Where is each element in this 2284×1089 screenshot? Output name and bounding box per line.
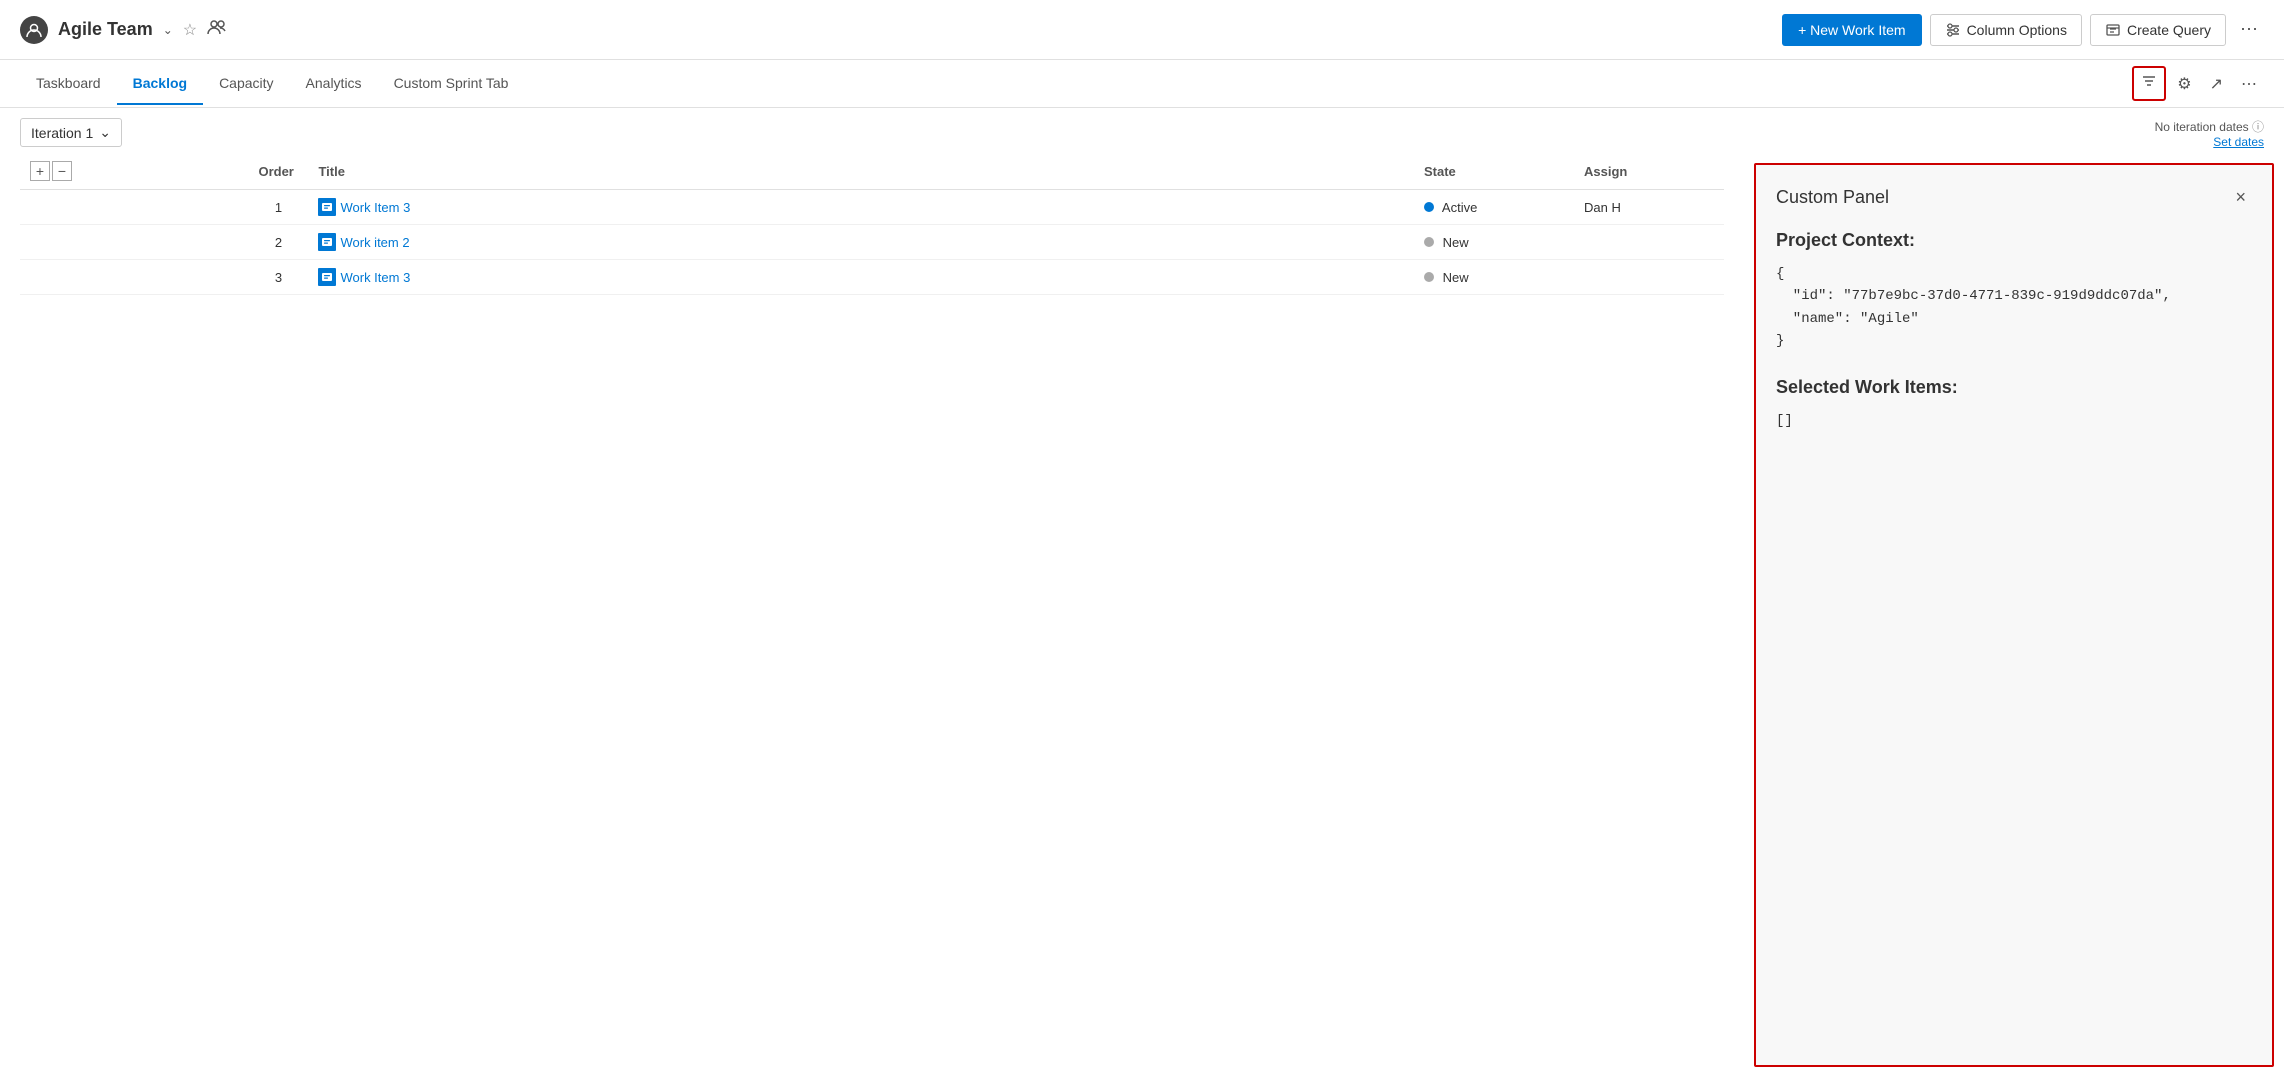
table-row: 2 Work item 2 New bbox=[20, 225, 1724, 260]
row-title: Work item 2 bbox=[340, 235, 409, 250]
row-checkbox-cell bbox=[20, 190, 248, 225]
state-dot bbox=[1424, 202, 1434, 212]
row-checkbox-cell bbox=[20, 225, 248, 260]
tab-analytics[interactable]: Analytics bbox=[290, 63, 378, 105]
tab-taskboard[interactable]: Taskboard bbox=[20, 63, 117, 105]
no-iteration-dates: No iteration dates ⓘ bbox=[2155, 118, 2264, 135]
header-right: + New Work Item Column Options Create Qu… bbox=[1782, 13, 2264, 46]
row-title-cell[interactable]: Work Item 3 bbox=[308, 260, 1414, 295]
row-order: 3 bbox=[248, 260, 308, 295]
state-label: Active bbox=[1442, 200, 1477, 215]
settings-button[interactable]: ⚙ bbox=[2170, 69, 2198, 99]
state-dot bbox=[1424, 272, 1434, 282]
selected-work-items-label: Selected Work Items: bbox=[1776, 377, 2252, 398]
tabs-more-button[interactable]: ⋯ bbox=[2234, 69, 2264, 99]
add-row-button[interactable]: + bbox=[30, 161, 50, 181]
col-header-title: Title bbox=[308, 153, 1414, 190]
tab-custom-sprint[interactable]: Custom Sprint Tab bbox=[378, 63, 525, 105]
info-icon: ⓘ bbox=[2252, 120, 2264, 134]
main-content: + − Order Title State Assign 1 bbox=[0, 153, 2284, 1077]
add-remove-buttons: + − bbox=[30, 161, 238, 181]
new-work-item-button[interactable]: + New Work Item bbox=[1782, 14, 1922, 46]
state-label: New bbox=[1443, 235, 1469, 250]
col-header-state: State bbox=[1414, 153, 1574, 190]
state-label: New bbox=[1443, 270, 1469, 285]
header-more-button[interactable]: ⋯ bbox=[2234, 13, 2264, 46]
state-dot bbox=[1424, 237, 1434, 247]
row-assignee bbox=[1574, 260, 1724, 295]
custom-panel: Custom Panel × Project Context: { "id": … bbox=[1754, 163, 2274, 1067]
column-options-label: Column Options bbox=[1967, 22, 2067, 38]
work-item-icon bbox=[318, 233, 336, 251]
project-context-json: { "id": "77b7e9bc-37d0-4771-839c-919d9dd… bbox=[1776, 263, 2252, 353]
col-header-assign: Assign bbox=[1574, 153, 1724, 190]
create-query-button[interactable]: Create Query bbox=[2090, 14, 2226, 46]
row-state: New bbox=[1414, 225, 1574, 260]
table-row: 1 Work Item 3 Active Dan H bbox=[20, 190, 1724, 225]
panel-header: Custom Panel × bbox=[1776, 185, 2252, 210]
filter-button[interactable] bbox=[2132, 66, 2166, 101]
tabs-bar: Taskboard Backlog Capacity Analytics Cus… bbox=[0, 60, 2284, 108]
header: Agile Team ⌄ ☆ + New Work Item Column Op… bbox=[0, 0, 2284, 60]
favorite-icon[interactable]: ☆ bbox=[183, 20, 197, 40]
iteration-info: No iteration dates ⓘ Set dates bbox=[2155, 118, 2264, 149]
remove-row-button[interactable]: − bbox=[52, 161, 72, 181]
work-item-icon bbox=[318, 198, 336, 216]
set-dates-link[interactable]: Set dates bbox=[2155, 135, 2264, 149]
tab-capacity[interactable]: Capacity bbox=[203, 63, 289, 105]
panel-title: Custom Panel bbox=[1776, 187, 1889, 208]
iteration-label: Iteration 1 bbox=[31, 125, 93, 141]
selected-work-items-value: [] bbox=[1776, 410, 2252, 432]
backlog-table: + − Order Title State Assign 1 bbox=[20, 153, 1724, 295]
col-header-order: + − bbox=[20, 153, 248, 190]
row-title-cell[interactable]: Work Item 3 bbox=[308, 190, 1414, 225]
team-dropdown-icon[interactable]: ⌄ bbox=[163, 23, 173, 37]
team-name: Agile Team bbox=[58, 19, 153, 40]
row-assignee bbox=[1574, 225, 1724, 260]
panel-close-button[interactable]: × bbox=[2229, 185, 2252, 210]
create-query-label: Create Query bbox=[2127, 22, 2211, 38]
column-options-button[interactable]: Column Options bbox=[1930, 14, 2082, 46]
tab-backlog[interactable]: Backlog bbox=[117, 63, 203, 105]
iteration-dropdown[interactable]: Iteration 1 ⌄ bbox=[20, 118, 122, 147]
members-icon[interactable] bbox=[207, 19, 227, 40]
row-checkbox-cell bbox=[20, 260, 248, 295]
row-state: Active bbox=[1414, 190, 1574, 225]
project-context-label: Project Context: bbox=[1776, 230, 2252, 251]
header-left: Agile Team ⌄ ☆ bbox=[20, 16, 1782, 44]
row-title-cell[interactable]: Work item 2 bbox=[308, 225, 1414, 260]
row-order: 2 bbox=[248, 225, 308, 260]
row-title: Work Item 3 bbox=[340, 270, 410, 285]
row-order: 1 bbox=[248, 190, 308, 225]
row-assignee: Dan H bbox=[1574, 190, 1724, 225]
tab-actions: ⚙ ↗ ⋯ bbox=[2132, 66, 2264, 101]
col-header-order-label: Order bbox=[248, 153, 308, 190]
toolbar-row: Iteration 1 ⌄ No iteration dates ⓘ Set d… bbox=[0, 108, 2284, 153]
table-row: 3 Work Item 3 New bbox=[20, 260, 1724, 295]
expand-button[interactable]: ↗ bbox=[2203, 69, 2230, 99]
row-title: Work Item 3 bbox=[340, 200, 410, 215]
team-avatar bbox=[20, 16, 48, 44]
work-item-icon bbox=[318, 268, 336, 286]
row-state: New bbox=[1414, 260, 1574, 295]
iteration-chevron-icon: ⌄ bbox=[99, 124, 111, 141]
table-area: + − Order Title State Assign 1 bbox=[0, 153, 1744, 1077]
